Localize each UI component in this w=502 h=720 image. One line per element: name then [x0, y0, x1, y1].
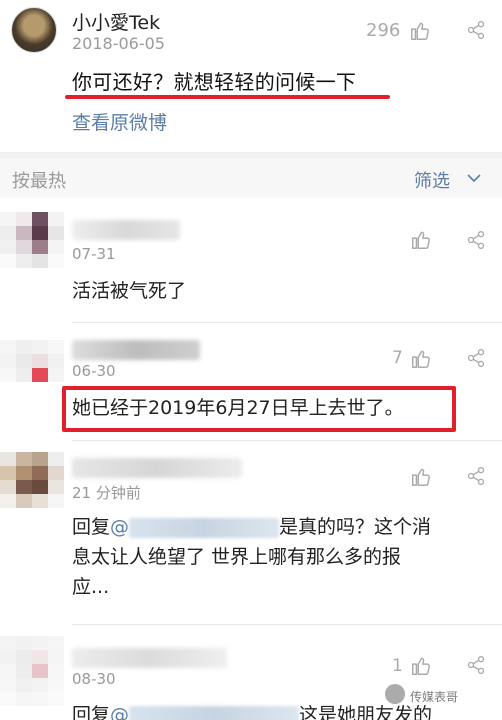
filter-button[interactable]: 筛选 [414, 167, 450, 193]
highlight-underline [65, 95, 390, 99]
comment-text: 活活被气死了 [72, 280, 187, 302]
post-date: 2018-06-05 [72, 34, 165, 53]
comment-username-blurred[interactable] [72, 458, 242, 478]
original-post: 小小愛Tek 2018-06-05 296 你可还好？就想轻轻的问候一下 查看原… [0, 0, 502, 152]
post-text: 你可还好？就想轻轻的问候一下 [72, 70, 357, 94]
share-icon[interactable] [466, 655, 486, 675]
mention-username-blurred[interactable] [129, 517, 280, 538]
thumbs-up-icon[interactable] [410, 229, 432, 251]
wechat-logo-icon [385, 684, 405, 704]
avatar[interactable] [0, 212, 64, 268]
avatar[interactable] [11, 7, 57, 53]
comment-text: 她已经于2019年6月27日早上去世了。 [72, 397, 404, 419]
comment-date: 21 分钟前 [72, 484, 141, 502]
divider [72, 624, 502, 625]
thumbs-up-icon[interactable] [410, 348, 432, 370]
thumbs-up-icon[interactable] [410, 466, 432, 488]
comment-username-blurred[interactable] [72, 220, 180, 240]
comment-like-count: 7 [392, 348, 403, 368]
comment-text: 回复@ 这是她朋友发的 [72, 700, 432, 720]
share-icon[interactable] [466, 466, 486, 486]
share-icon[interactable] [466, 20, 486, 40]
avatar[interactable] [0, 452, 64, 508]
divider [72, 322, 502, 323]
avatar[interactable] [0, 340, 64, 382]
comment-like-count: 1 [392, 656, 403, 676]
comment-text-line3: 应... [72, 576, 110, 598]
mention-link[interactable]: @ [110, 516, 280, 538]
divider [72, 440, 502, 441]
comment-text-line2: 息太让人绝望了 世界上哪有那么多的报 [72, 546, 402, 568]
thumbs-up-icon[interactable] [409, 20, 431, 42]
view-original-link[interactable]: 查看原微博 [72, 108, 167, 135]
share-icon[interactable] [466, 348, 486, 368]
comment-date: 08-30 [72, 670, 116, 688]
mention-link[interactable]: @ [110, 704, 300, 720]
post-username[interactable]: 小小愛Tek [72, 8, 160, 35]
thumbs-up-icon[interactable] [410, 655, 432, 677]
comment-text: 回复@ 是真的吗？这个消 息太让人绝望了 世界上哪有那么多的报 应... [72, 512, 431, 602]
avatar[interactable] [0, 636, 64, 706]
comment-date: 07-31 [72, 245, 116, 263]
comment-text-line1: 是真的吗？这个消 [279, 516, 432, 538]
reply-prefix: 回复 [72, 704, 111, 720]
post-like-count: 296 [366, 20, 401, 41]
comment-username-blurred[interactable] [72, 648, 227, 668]
reply-prefix: 回复 [72, 516, 111, 538]
comment-username-blurred[interactable] [72, 340, 200, 360]
chevron-down-icon[interactable] [466, 170, 482, 186]
watermark: 传媒表哥 [410, 690, 459, 704]
sort-hot-tab[interactable]: 按最热 [12, 167, 66, 193]
mention-username-blurred[interactable] [129, 705, 300, 720]
comment-date: 06-30 [72, 362, 116, 380]
comment-text-line1: 这是她朋友发的 [299, 704, 433, 720]
share-icon[interactable] [466, 230, 486, 250]
